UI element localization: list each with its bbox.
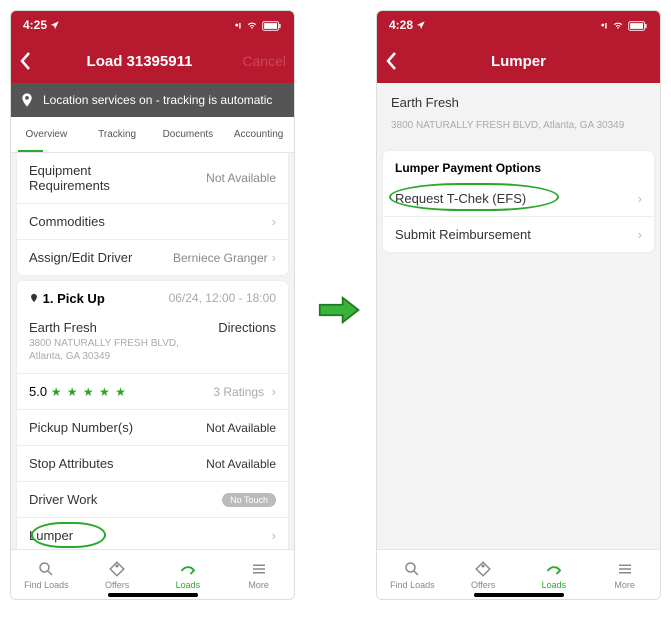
content-area: Earth Fresh 3800 NATURALLY FRESH BLVD, A… xyxy=(377,83,660,549)
status-time: 4:25 xyxy=(23,18,60,32)
nav-find-loads[interactable]: Find Loads xyxy=(11,550,82,599)
pickup-header: 1. Pick Up xyxy=(29,291,105,306)
status-bar: 4:25 •ı xyxy=(11,11,294,39)
nav-more[interactable]: More xyxy=(589,550,660,599)
ratings-link: 3 Ratings xyxy=(213,385,264,399)
driver-work-label: Driver Work xyxy=(29,492,97,507)
stop-attr-value: Not Available xyxy=(206,457,276,471)
flow-arrow-icon xyxy=(318,290,362,330)
rating-row[interactable]: 5.0 ★ ★ ★ ★ ★ 3 Ratings › xyxy=(17,374,288,410)
tab-overview[interactable]: Overview xyxy=(11,117,82,152)
chevron-right-icon: › xyxy=(638,227,642,242)
tabs: Overview Tracking Documents Accounting xyxy=(11,117,294,153)
row-pickup-number[interactable]: Pickup Number(s) Not Available xyxy=(17,410,288,446)
search-icon xyxy=(403,560,421,578)
nav-find-loads[interactable]: Find Loads xyxy=(377,550,448,599)
row-commodities[interactable]: Commodities › xyxy=(17,204,288,240)
equipment-value: Not Available xyxy=(206,171,276,185)
status-indicators: •ı xyxy=(235,18,282,32)
rating-value: 5.0 xyxy=(29,384,47,399)
content-area: Equipment Requirements Not Available Com… xyxy=(11,153,294,549)
home-indicator xyxy=(108,593,198,597)
location-banner: Location services on - tracking is autom… xyxy=(11,83,294,117)
row-request-tchek[interactable]: Request T-Chek (EFS) › xyxy=(383,181,654,217)
payment-options-card: Lumper Payment Options Request T-Chek (E… xyxy=(383,151,654,252)
nav-title: Load 31395911 xyxy=(43,53,236,70)
nav-loads[interactable]: Loads xyxy=(153,550,224,599)
phone-left: 4:25 •ı Load 31395911 Cancel Location se… xyxy=(10,10,295,600)
nav-bar: Load 31395911 Cancel xyxy=(11,39,294,83)
row-stop-attributes[interactable]: Stop Attributes Not Available xyxy=(17,446,288,482)
tab-accounting[interactable]: Accounting xyxy=(223,117,294,152)
pickup-addr2: Atlanta, GA 30349 xyxy=(29,350,179,363)
pickup-addr1: 3800 NATURALLY FRESH BLVD, xyxy=(29,337,179,350)
row-submit-reimbursement[interactable]: Submit Reimbursement › xyxy=(383,217,654,252)
stars-icon: ★ ★ ★ ★ ★ xyxy=(51,385,127,399)
status-time: 4:28 xyxy=(389,18,426,32)
pickup-name: Earth Fresh xyxy=(29,320,179,335)
no-touch-badge: No Touch xyxy=(222,493,276,507)
pickup-num-value: Not Available xyxy=(206,421,276,435)
chevron-right-icon: › xyxy=(268,384,276,399)
arrow-icon xyxy=(179,560,197,578)
arrow-icon xyxy=(545,560,563,578)
phone-right: 4:28 •ı Lumper Earth Fresh 3800 NATURALL… xyxy=(376,10,661,600)
tab-documents[interactable]: Documents xyxy=(153,117,224,152)
nav-bar: Lumper xyxy=(377,39,660,83)
menu-icon xyxy=(616,560,634,578)
chevron-right-icon: › xyxy=(272,250,276,265)
driver-value: Berniece Granger xyxy=(173,251,268,265)
section-title: Lumper Payment Options xyxy=(383,151,654,181)
equipment-label: Equipment Requirements xyxy=(29,163,149,193)
lumper-label: Lumper xyxy=(29,528,73,543)
pickup-card: 1. Pick Up 06/24, 12:00 - 18:00 Earth Fr… xyxy=(17,281,288,549)
pin-icon xyxy=(19,92,35,108)
home-indicator xyxy=(474,593,564,597)
tag-icon xyxy=(474,560,492,578)
company-name: Earth Fresh xyxy=(377,83,660,112)
nav-more[interactable]: More xyxy=(223,550,294,599)
nav-title: Lumper xyxy=(409,53,628,70)
row-assign-driver[interactable]: Assign/Edit Driver Berniece Granger › xyxy=(17,240,288,275)
row-equipment[interactable]: Equipment Requirements Not Available xyxy=(17,153,288,204)
back-button[interactable] xyxy=(19,51,43,71)
location-banner-text: Location services on - tracking is autom… xyxy=(43,93,272,107)
chevron-right-icon: › xyxy=(272,214,276,229)
chevron-right-icon: › xyxy=(638,191,642,206)
company-address: 3800 NATURALLY FRESH BLVD, Atlanta, GA 3… xyxy=(377,112,660,145)
directions-button[interactable]: Directions xyxy=(218,320,276,335)
tag-icon xyxy=(108,560,126,578)
commodities-label: Commodities xyxy=(29,214,105,229)
status-indicators: •ı xyxy=(601,18,648,32)
tab-tracking[interactable]: Tracking xyxy=(82,117,153,152)
driver-label: Assign/Edit Driver xyxy=(29,250,132,265)
search-icon xyxy=(37,560,55,578)
bottom-nav: Find Loads Offers Loads More xyxy=(377,549,660,599)
menu-icon xyxy=(250,560,268,578)
pickup-time: 06/24, 12:00 - 18:00 xyxy=(169,291,276,306)
chevron-right-icon: › xyxy=(272,528,276,543)
nav-offers[interactable]: Offers xyxy=(448,550,519,599)
reimb-label: Submit Reimbursement xyxy=(395,227,531,242)
status-bar: 4:28 •ı xyxy=(377,11,660,39)
tchek-label: Request T-Chek (EFS) xyxy=(395,191,526,206)
row-driver-work[interactable]: Driver Work No Touch xyxy=(17,482,288,518)
row-lumper[interactable]: Lumper › xyxy=(17,518,288,549)
pickup-num-label: Pickup Number(s) xyxy=(29,420,133,435)
cancel-button[interactable]: Cancel xyxy=(236,53,286,69)
nav-offers[interactable]: Offers xyxy=(82,550,153,599)
bottom-nav: Find Loads Offers Loads More xyxy=(11,549,294,599)
back-button[interactable] xyxy=(385,51,409,71)
nav-loads[interactable]: Loads xyxy=(519,550,590,599)
pin-icon xyxy=(29,292,39,304)
stop-attr-label: Stop Attributes xyxy=(29,456,114,471)
